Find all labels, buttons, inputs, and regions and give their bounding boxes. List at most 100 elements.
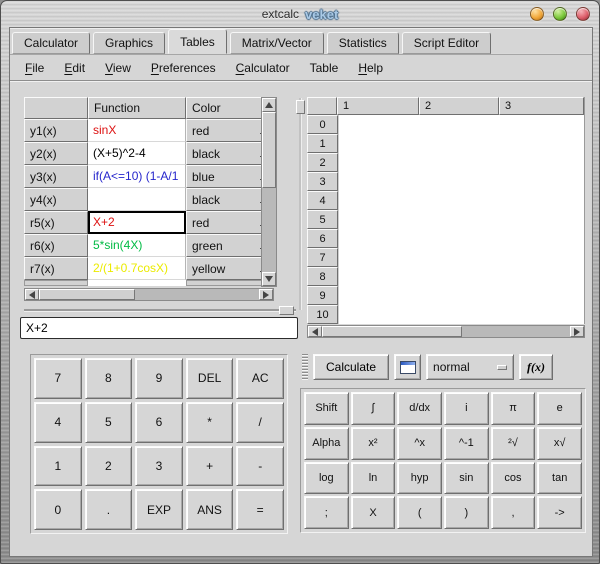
toolbar-grip-icon[interactable] (302, 354, 308, 380)
function-table-hscrollbar[interactable] (24, 288, 274, 301)
key-hyp[interactable]: hyp (397, 461, 442, 495)
function-expression-cell[interactable] (88, 188, 186, 211)
key-1[interactable]: ^-1 (444, 426, 489, 460)
key-sym[interactable]: ( (397, 496, 442, 529)
sheet-hscrollbar[interactable] (307, 325, 585, 338)
function-row-name[interactable]: y3(x) (24, 165, 88, 188)
scroll-left-icon[interactable] (308, 326, 322, 337)
function-expression-cell[interactable]: (X+5)^2-4 (88, 142, 186, 165)
sheet-row-header[interactable]: 1 (307, 134, 338, 153)
function-row-name[interactable]: r7(x) (24, 257, 88, 280)
key-sym[interactable]: -> (537, 496, 582, 529)
function-expression-cell[interactable]: 2/(1+0.7cosX) (88, 257, 186, 280)
sheet-column-header[interactable]: 3 (499, 97, 584, 115)
key-shift[interactable]: Shift (304, 392, 349, 425)
key-sym[interactable]: . (84, 489, 133, 530)
function-expression-cell[interactable]: X+2 (88, 211, 186, 234)
key-sym[interactable]: ²√ (490, 426, 536, 460)
maximize-button[interactable] (553, 7, 567, 21)
key-sym[interactable]: ; (304, 496, 349, 529)
close-button[interactable] (576, 7, 590, 21)
key-x[interactable]: ^x (397, 426, 442, 460)
key-5[interactable]: 5 (84, 401, 133, 443)
key-cos[interactable]: cos (490, 461, 536, 495)
menu-calculator[interactable]: Calculator (227, 58, 299, 78)
mode-dropdown[interactable]: normal (426, 354, 515, 380)
minimize-button[interactable] (530, 7, 544, 21)
scroll-down-icon[interactable] (262, 272, 276, 286)
key-4[interactable]: 4 (34, 401, 82, 443)
sheet-row-header[interactable]: 7 (307, 248, 338, 267)
sheet-row-header[interactable]: 5 (307, 210, 338, 229)
sheet-row-header[interactable]: 3 (307, 172, 338, 191)
hscroll-thumb[interactable] (39, 289, 135, 300)
scroll-right-icon[interactable] (570, 326, 584, 337)
tab-graphics[interactable]: Graphics (93, 32, 166, 54)
panel-splitter[interactable] (296, 98, 305, 310)
key-d-dx[interactable]: d/dx (397, 392, 442, 425)
key-tan[interactable]: tan (537, 461, 582, 495)
key-x[interactable]: x² (350, 426, 396, 460)
title-bar[interactable]: extcalc veket (1, 1, 599, 27)
tab-statistics[interactable]: Statistics (326, 32, 399, 54)
menu-file[interactable]: File (16, 58, 53, 78)
function-expression-cell[interactable]: if(A<=10) (1-A/1 (88, 165, 186, 188)
fx-button[interactable]: f(x) (519, 354, 554, 380)
menu-preferences[interactable]: Preferences (142, 58, 225, 78)
function-expression-cell[interactable]: 5*sin(4X) (88, 234, 186, 257)
sheet-row-header[interactable]: 10 (307, 305, 338, 324)
expression-input[interactable] (20, 317, 298, 339)
key-sym[interactable]: / (236, 401, 284, 443)
scroll-up-icon[interactable] (262, 98, 276, 112)
scroll-left-icon[interactable] (25, 289, 39, 300)
sheet-row-header[interactable]: 9 (307, 286, 338, 305)
key-x[interactable]: x√ (537, 426, 582, 460)
key-e[interactable]: e (537, 392, 582, 425)
key-x[interactable]: X (350, 496, 396, 529)
function-row-name[interactable]: y1(x) (24, 119, 88, 142)
key-8[interactable]: 8 (84, 358, 133, 399)
key-3[interactable]: 3 (135, 445, 183, 487)
key-7[interactable]: 7 (34, 358, 82, 399)
key-log[interactable]: log (304, 461, 349, 495)
key-ln[interactable]: ln (350, 461, 396, 495)
key-sym[interactable]: - (236, 445, 284, 487)
sheet-row-header[interactable]: 0 (307, 115, 338, 134)
sheet-cell-area[interactable] (338, 115, 584, 324)
function-row-name[interactable]: r6(x) (24, 234, 88, 257)
key-sym[interactable]: ) (444, 496, 489, 529)
menu-edit[interactable]: Edit (55, 58, 94, 78)
key-exp[interactable]: EXP (135, 489, 183, 530)
tab-matrix-vector[interactable]: Matrix/Vector (229, 32, 324, 54)
key-2[interactable]: 2 (84, 445, 133, 487)
vscroll-track[interactable] (262, 188, 276, 272)
tab-tables[interactable]: Tables (168, 29, 227, 54)
function-row-name[interactable]: r5(x) (24, 211, 88, 234)
column-width-slider[interactable] (24, 306, 296, 315)
window-icon-button[interactable] (394, 354, 422, 380)
tab-calculator[interactable]: Calculator (12, 32, 91, 54)
scroll-right-icon[interactable] (259, 289, 273, 300)
key-sym[interactable]: = (236, 489, 284, 530)
function-row-name[interactable]: y2(x) (24, 142, 88, 165)
key-ans[interactable]: ANS (185, 489, 234, 530)
menu-table[interactable]: Table (301, 58, 348, 78)
sheet-row-header[interactable]: 6 (307, 229, 338, 248)
menu-help[interactable]: Help (349, 58, 392, 78)
tab-script-editor[interactable]: Script Editor (401, 32, 492, 54)
key-sym[interactable]: , (490, 496, 536, 529)
sheet-hscroll-track[interactable] (462, 326, 570, 337)
sheet-column-header[interactable]: 2 (419, 97, 499, 115)
sheet-row-header[interactable]: 4 (307, 191, 338, 210)
vscroll-thumb[interactable] (262, 112, 276, 188)
key-0[interactable]: 0 (34, 489, 82, 530)
function-table-vscrollbar[interactable] (261, 97, 277, 287)
key-9[interactable]: 9 (135, 358, 183, 399)
function-row-name[interactable]: y4(x) (24, 188, 88, 211)
function-expression-cell[interactable]: sinX (88, 119, 186, 142)
key-alpha[interactable]: Alpha (304, 426, 349, 460)
key-6[interactable]: 6 (135, 401, 183, 443)
key-sym[interactable]: π (490, 392, 536, 425)
sheet-row-header[interactable]: 2 (307, 153, 338, 172)
hscroll-track[interactable] (135, 289, 259, 300)
